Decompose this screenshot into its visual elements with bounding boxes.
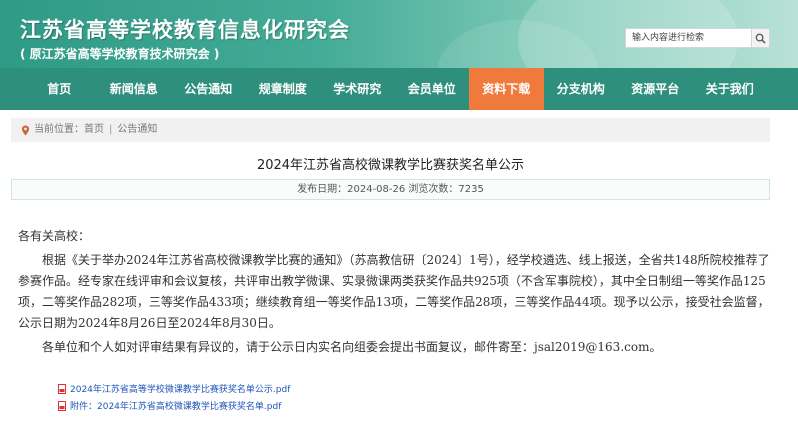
site-subtitle: ( 原江苏省高等学校教育技术研究会 ) [20, 47, 220, 61]
breadcrumb-current[interactable]: 公告通知 [117, 118, 157, 142]
nav-item-about[interactable]: 关于我们 [693, 68, 768, 110]
nav-item-downloads[interactable]: 资料下载 [469, 68, 544, 110]
search-icon [755, 33, 766, 44]
article-meta: 发布日期：2024-08-26 浏览次数：7235 [11, 179, 770, 200]
nav-item-branches[interactable]: 分支机构 [544, 68, 619, 110]
nav-item-research[interactable]: 学术研究 [320, 68, 395, 110]
search-input[interactable] [626, 29, 751, 47]
salutation: 各有关高校： [18, 229, 91, 243]
pdf-icon [58, 383, 67, 394]
search-button[interactable] [751, 29, 769, 47]
pdf-icon [58, 400, 67, 411]
body-paragraph-2: 各单位和个人如对评审结果有异议的，请于公示日内实名向组委会提出书面复议，邮件寄至… [42, 340, 662, 354]
body-paragraph-1: 根据《关于举办2024年江苏省高校微课教学比赛的通知》（苏高教信研〔2024〕1… [18, 253, 770, 330]
main-nav: 首页 新闻信息 公告通知 规章制度 学术研究 会员单位 资料下载 分支机构 资源… [0, 68, 798, 110]
nav-item-resources[interactable]: 资源平台 [618, 68, 693, 110]
attachment-link[interactable]: 2024年江苏省高等学校微课教学比赛获奖名单公示.pdf [70, 382, 290, 395]
nav-item-notices[interactable]: 公告通知 [171, 68, 246, 110]
attachment-item: 2024年江苏省高等学校微课教学比赛获奖名单公示.pdf [58, 380, 290, 397]
attachment-list: 2024年江苏省高等学校微课教学比赛获奖名单公示.pdf 附件：2024年江苏省… [58, 380, 290, 414]
header-banner: 江苏省高等学校教育信息化研究会 ( 原江苏省高等学校教育技术研究会 ) [0, 0, 798, 68]
breadcrumb-separator: | [109, 124, 113, 135]
search-box [625, 28, 770, 48]
breadcrumb: 当前位置：首页 | 公告通知 [11, 118, 770, 142]
site-title[interactable]: 江苏省高等学校教育信息化研究会 [20, 14, 350, 44]
attachment-link[interactable]: 附件：2024年江苏省高校微课教学比赛获奖名单.pdf [70, 399, 281, 412]
nav-item-news[interactable]: 新闻信息 [97, 68, 172, 110]
attachment-item: 附件：2024年江苏省高校微课教学比赛获奖名单.pdf [58, 397, 290, 414]
nav-item-home[interactable]: 首页 [22, 68, 97, 110]
nav-item-regulations[interactable]: 规章制度 [246, 68, 321, 110]
article-body: 各有关高校： 根据《关于举办2024年江苏省高校微课教学比赛的通知》（苏高教信研… [18, 226, 778, 358]
breadcrumb-home[interactable]: 当前位置：首页 [34, 118, 104, 142]
nav-item-members[interactable]: 会员单位 [395, 68, 470, 110]
location-pin-icon [21, 125, 30, 136]
article-title: 2024年江苏省高校微课教学比赛获奖名单公示 [256, 158, 525, 173]
